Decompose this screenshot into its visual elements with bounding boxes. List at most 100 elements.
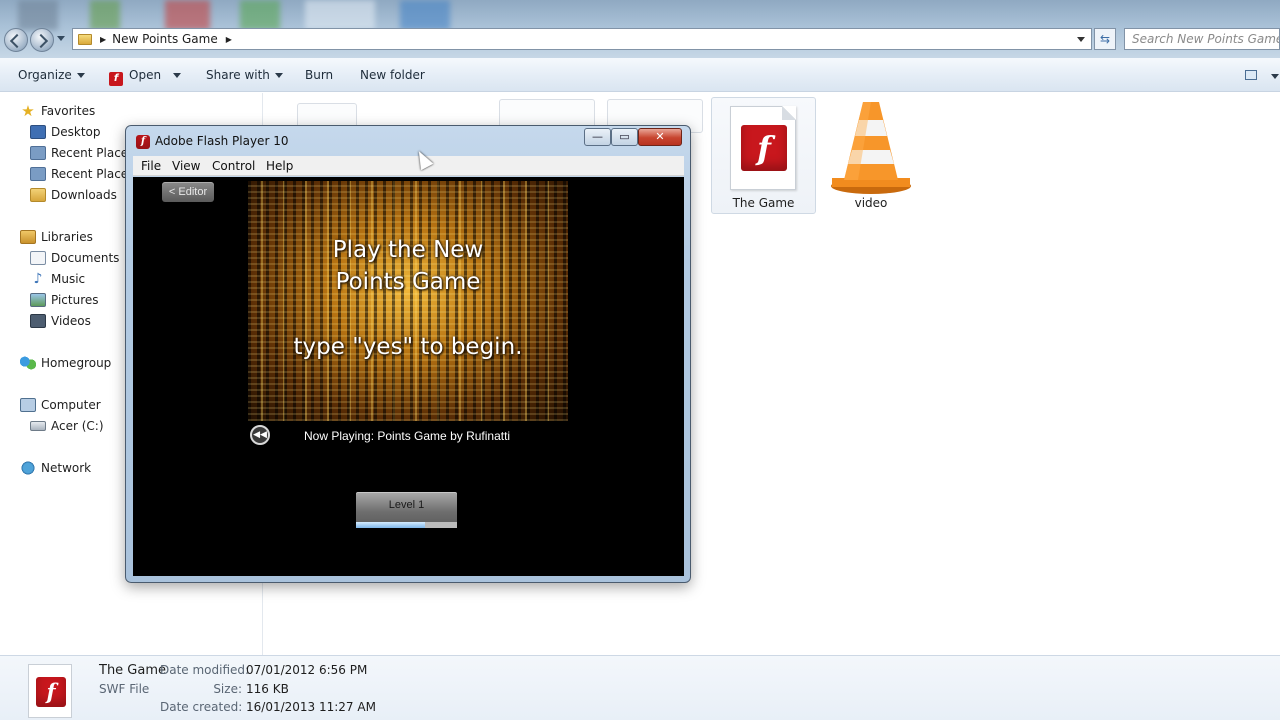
hard-drive-icon xyxy=(30,421,46,431)
recent-places-icon xyxy=(30,167,46,181)
nav-label: Documents xyxy=(51,251,120,265)
organize-button[interactable]: Organize xyxy=(18,68,85,82)
nav-homegroup[interactable]: Homegroup xyxy=(20,356,111,370)
folder-icon xyxy=(78,33,92,45)
nav-music[interactable]: ♪ Music xyxy=(30,271,86,287)
nav-network[interactable]: Network xyxy=(20,461,91,475)
details-size-value: 116 KB xyxy=(246,682,289,696)
nav-label: Downloads xyxy=(51,188,117,202)
nav-pictures[interactable]: Pictures xyxy=(30,293,99,307)
background-blur-tile xyxy=(400,0,450,30)
open-button[interactable]: f Open xyxy=(109,68,182,86)
nav-label: Recent Places xyxy=(51,146,135,160)
vlc-cone-icon[interactable] xyxy=(830,100,912,196)
nav-label: Computer xyxy=(41,398,101,412)
change-view-icon[interactable] xyxy=(1245,70,1257,80)
nav-documents[interactable]: Documents xyxy=(30,251,119,265)
flash-player-window[interactable]: f Adobe Flash Player 10 — ▭ ✕ File View … xyxy=(125,125,691,583)
nav-videos[interactable]: Videos xyxy=(30,314,91,328)
file-label-the-game[interactable]: The Game xyxy=(713,196,814,210)
back-button[interactable] xyxy=(4,28,28,52)
video-title-line: Play the New xyxy=(332,237,484,263)
minimize-button[interactable]: — xyxy=(584,128,611,146)
nav-recent-places[interactable]: Recent Places xyxy=(30,167,134,181)
search-input[interactable]: Search New Points Game xyxy=(1124,28,1280,50)
nav-drive-c[interactable]: Acer (C:) xyxy=(30,419,104,433)
address-dropdown-icon[interactable] xyxy=(1077,37,1085,42)
breadcrumb-arrow-icon[interactable]: ▶ xyxy=(100,35,106,44)
level-button[interactable]: Level 1 xyxy=(356,492,457,528)
pictures-icon xyxy=(30,293,46,307)
view-dropdown-icon[interactable] xyxy=(1271,74,1279,79)
video-title-line: Points Game xyxy=(335,269,481,295)
level-progress-bar xyxy=(356,522,457,528)
star-icon: ★ xyxy=(21,102,35,120)
details-size-label: Size: xyxy=(213,682,242,696)
background-blur-tile xyxy=(18,0,58,30)
nav-label: Videos xyxy=(51,314,91,328)
nav-downloads[interactable]: Downloads xyxy=(30,188,117,202)
computer-icon xyxy=(20,398,36,412)
refresh-button[interactable]: ⇆ xyxy=(1094,28,1116,50)
address-bar[interactable]: ▶ New Points Game ▶ xyxy=(72,28,1092,50)
new-folder-button[interactable]: New folder xyxy=(360,68,425,82)
nav-label: Pictures xyxy=(51,293,99,307)
flash-menu-bar: File View Control Help xyxy=(133,156,684,176)
menu-view[interactable]: View xyxy=(172,159,200,173)
file-label-video[interactable]: video xyxy=(830,196,912,210)
now-playing-text: Now Playing: Points Game by Rufinatti xyxy=(304,429,511,443)
window-title: Adobe Flash Player 10 xyxy=(155,134,289,148)
recent-pages-dropdown-icon[interactable] xyxy=(57,36,65,41)
chevron-down-icon xyxy=(274,73,283,78)
background-blur-tile xyxy=(305,0,375,30)
swf-file-icon: f xyxy=(28,664,72,718)
flash-stage[interactable]: < Editor Play the New Points Game type "… xyxy=(133,177,684,576)
burn-button[interactable]: Burn xyxy=(305,68,333,82)
recent-places-icon xyxy=(30,146,46,160)
menu-control[interactable]: Control xyxy=(212,159,255,173)
details-pane: f The Game SWF File Date modified: 07/01… xyxy=(0,655,1280,720)
share-with-label: Share with xyxy=(206,68,270,82)
nav-label: Desktop xyxy=(51,125,101,139)
breadcrumb-new-points-game[interactable]: New Points Game xyxy=(112,32,218,46)
organize-label: Organize xyxy=(18,68,72,82)
swf-file-icon: f xyxy=(730,106,796,190)
nav-recent-places[interactable]: Recent Places xyxy=(30,146,134,160)
nav-label: Music xyxy=(51,272,86,286)
nav-libraries[interactable]: Libraries xyxy=(20,230,93,244)
editor-button[interactable]: < Editor xyxy=(162,182,214,202)
command-bar: Organize f Open Share with Burn New folde… xyxy=(0,58,1280,92)
share-with-button[interactable]: Share with xyxy=(206,68,283,82)
chevron-down-icon xyxy=(173,73,182,78)
nav-favorites[interactable]: ★ Favorites xyxy=(20,102,95,120)
video-background xyxy=(248,181,568,421)
homegroup-icon xyxy=(20,356,36,370)
video-panel[interactable]: Play the New Points Game type "yes" to b… xyxy=(248,181,568,421)
music-note-icon: ♪ xyxy=(33,271,43,287)
nav-label: Libraries xyxy=(41,230,93,244)
background-blur-tile xyxy=(240,0,280,30)
details-file-type: SWF File xyxy=(99,682,150,696)
videos-icon xyxy=(30,314,46,328)
flash-icon: f xyxy=(36,677,66,707)
rewind-icon[interactable]: ◀◀ xyxy=(250,425,270,445)
nav-desktop[interactable]: Desktop xyxy=(30,125,101,139)
menu-file[interactable]: File xyxy=(141,159,161,173)
documents-icon xyxy=(30,251,46,265)
libraries-icon xyxy=(20,230,36,244)
details-modified-value: 07/01/2012 6:56 PM xyxy=(246,663,368,677)
nav-label: Network xyxy=(41,461,92,475)
forward-button[interactable] xyxy=(30,28,54,52)
nav-computer[interactable]: Computer xyxy=(20,398,101,412)
close-button[interactable]: ✕ xyxy=(638,128,682,146)
details-created-value: 16/01/2013 11:27 AM xyxy=(246,700,376,714)
flash-icon: f xyxy=(741,125,787,171)
menu-help[interactable]: Help xyxy=(266,159,293,173)
downloads-folder-icon xyxy=(30,188,46,202)
breadcrumb-arrow-icon[interactable]: ▶ xyxy=(226,35,232,44)
level-progress-fill xyxy=(356,522,425,528)
flash-icon: f xyxy=(136,135,150,149)
flash-icon: f xyxy=(109,72,123,86)
maximize-button[interactable]: ▭ xyxy=(611,128,638,146)
details-created-label: Date created: xyxy=(160,700,243,714)
